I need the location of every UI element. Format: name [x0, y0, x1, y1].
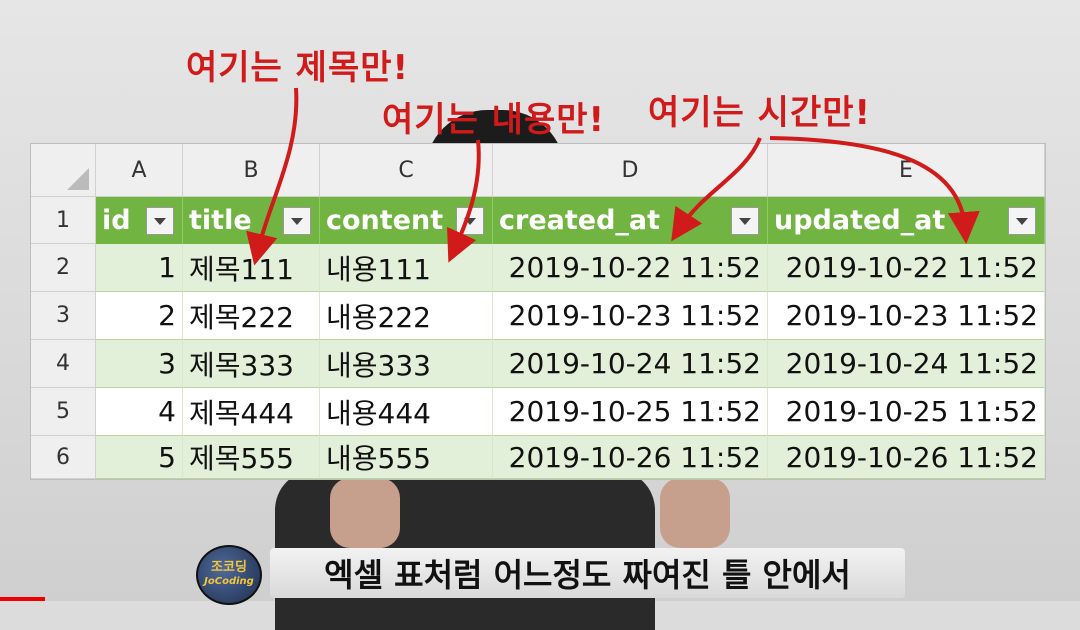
filter-dropdown-icon[interactable]: [283, 207, 311, 235]
channel-logo: 조코딩 JoCoding: [196, 545, 262, 605]
cell-content[interactable]: 내용333: [320, 340, 493, 388]
video-progress-bar[interactable]: [0, 597, 45, 601]
column-header-e[interactable]: E: [768, 144, 1045, 197]
column-header-b[interactable]: B: [183, 144, 320, 197]
spreadsheet: A B C D E 1 2 3 4 5 6 id title content c…: [30, 143, 1046, 480]
cell-id[interactable]: 2: [96, 292, 183, 340]
filter-dropdown-icon[interactable]: [146, 207, 174, 235]
header-label-title: title: [189, 205, 252, 236]
row-header-1[interactable]: 1: [31, 197, 96, 244]
header-label-updated-at: updated_at: [774, 205, 946, 236]
select-all-corner[interactable]: [31, 144, 96, 197]
logo-english: JoCoding: [204, 576, 254, 587]
logo-korean: 조코딩: [211, 560, 247, 575]
right-hand: [660, 478, 730, 548]
column-header-c[interactable]: C: [320, 144, 493, 197]
annotation-title: 여기는 제목만!: [186, 48, 410, 88]
header-cell-content[interactable]: content: [320, 197, 493, 244]
annotation-content: 여기는 내용만!: [382, 100, 606, 140]
row-header-2[interactable]: 2: [31, 244, 96, 292]
cell-title[interactable]: 제목333: [183, 340, 320, 388]
cell-id[interactable]: 4: [96, 388, 183, 436]
header-cell-title[interactable]: title: [183, 197, 320, 244]
cell-created-at[interactable]: 2019-10-25 11:52: [493, 388, 768, 436]
cell-title[interactable]: 제목444: [183, 388, 320, 436]
cell-title[interactable]: 제목111: [183, 244, 320, 292]
cell-updated-at[interactable]: 2019-10-26 11:52: [768, 436, 1045, 479]
cell-updated-at[interactable]: 2019-10-24 11:52: [768, 340, 1045, 388]
row-header-6[interactable]: 6: [31, 436, 96, 479]
annotation-time: 여기는 시간만!: [648, 93, 872, 133]
cell-id[interactable]: 3: [96, 340, 183, 388]
column-header-a[interactable]: A: [96, 144, 183, 197]
cell-content[interactable]: 내용111: [320, 244, 493, 292]
cell-updated-at[interactable]: 2019-10-22 11:52: [768, 244, 1045, 292]
header-label-content: content: [326, 205, 444, 236]
filter-dropdown-icon[interactable]: [456, 207, 484, 235]
header-label-id: id: [102, 205, 131, 236]
cell-title[interactable]: 제목555: [183, 436, 320, 479]
header-label-created-at: created_at: [499, 205, 661, 236]
cell-content[interactable]: 내용444: [320, 388, 493, 436]
cell-content[interactable]: 내용555: [320, 436, 493, 479]
row-header-3[interactable]: 3: [31, 292, 96, 340]
row-header-5[interactable]: 5: [31, 388, 96, 436]
row-header-4[interactable]: 4: [31, 340, 96, 388]
cell-title[interactable]: 제목222: [183, 292, 320, 340]
cell-created-at[interactable]: 2019-10-26 11:52: [493, 436, 768, 479]
header-cell-updated-at[interactable]: updated_at: [768, 197, 1045, 244]
cell-created-at[interactable]: 2019-10-24 11:52: [493, 340, 768, 388]
cell-created-at[interactable]: 2019-10-23 11:52: [493, 292, 768, 340]
cell-id[interactable]: 1: [96, 244, 183, 292]
cell-content[interactable]: 내용222: [320, 292, 493, 340]
subtitle-caption: 엑셀 표처럼 어느정도 짜여진 틀 안에서: [270, 548, 905, 598]
header-cell-created-at[interactable]: created_at: [493, 197, 768, 244]
filter-dropdown-icon[interactable]: [731, 207, 759, 235]
cell-updated-at[interactable]: 2019-10-23 11:52: [768, 292, 1045, 340]
filter-dropdown-icon[interactable]: [1008, 207, 1036, 235]
header-cell-id[interactable]: id: [96, 197, 183, 244]
column-header-d[interactable]: D: [493, 144, 768, 197]
cell-created-at[interactable]: 2019-10-22 11:52: [493, 244, 768, 292]
cell-id[interactable]: 5: [96, 436, 183, 479]
left-hand: [330, 478, 400, 548]
cell-updated-at[interactable]: 2019-10-25 11:52: [768, 388, 1045, 436]
